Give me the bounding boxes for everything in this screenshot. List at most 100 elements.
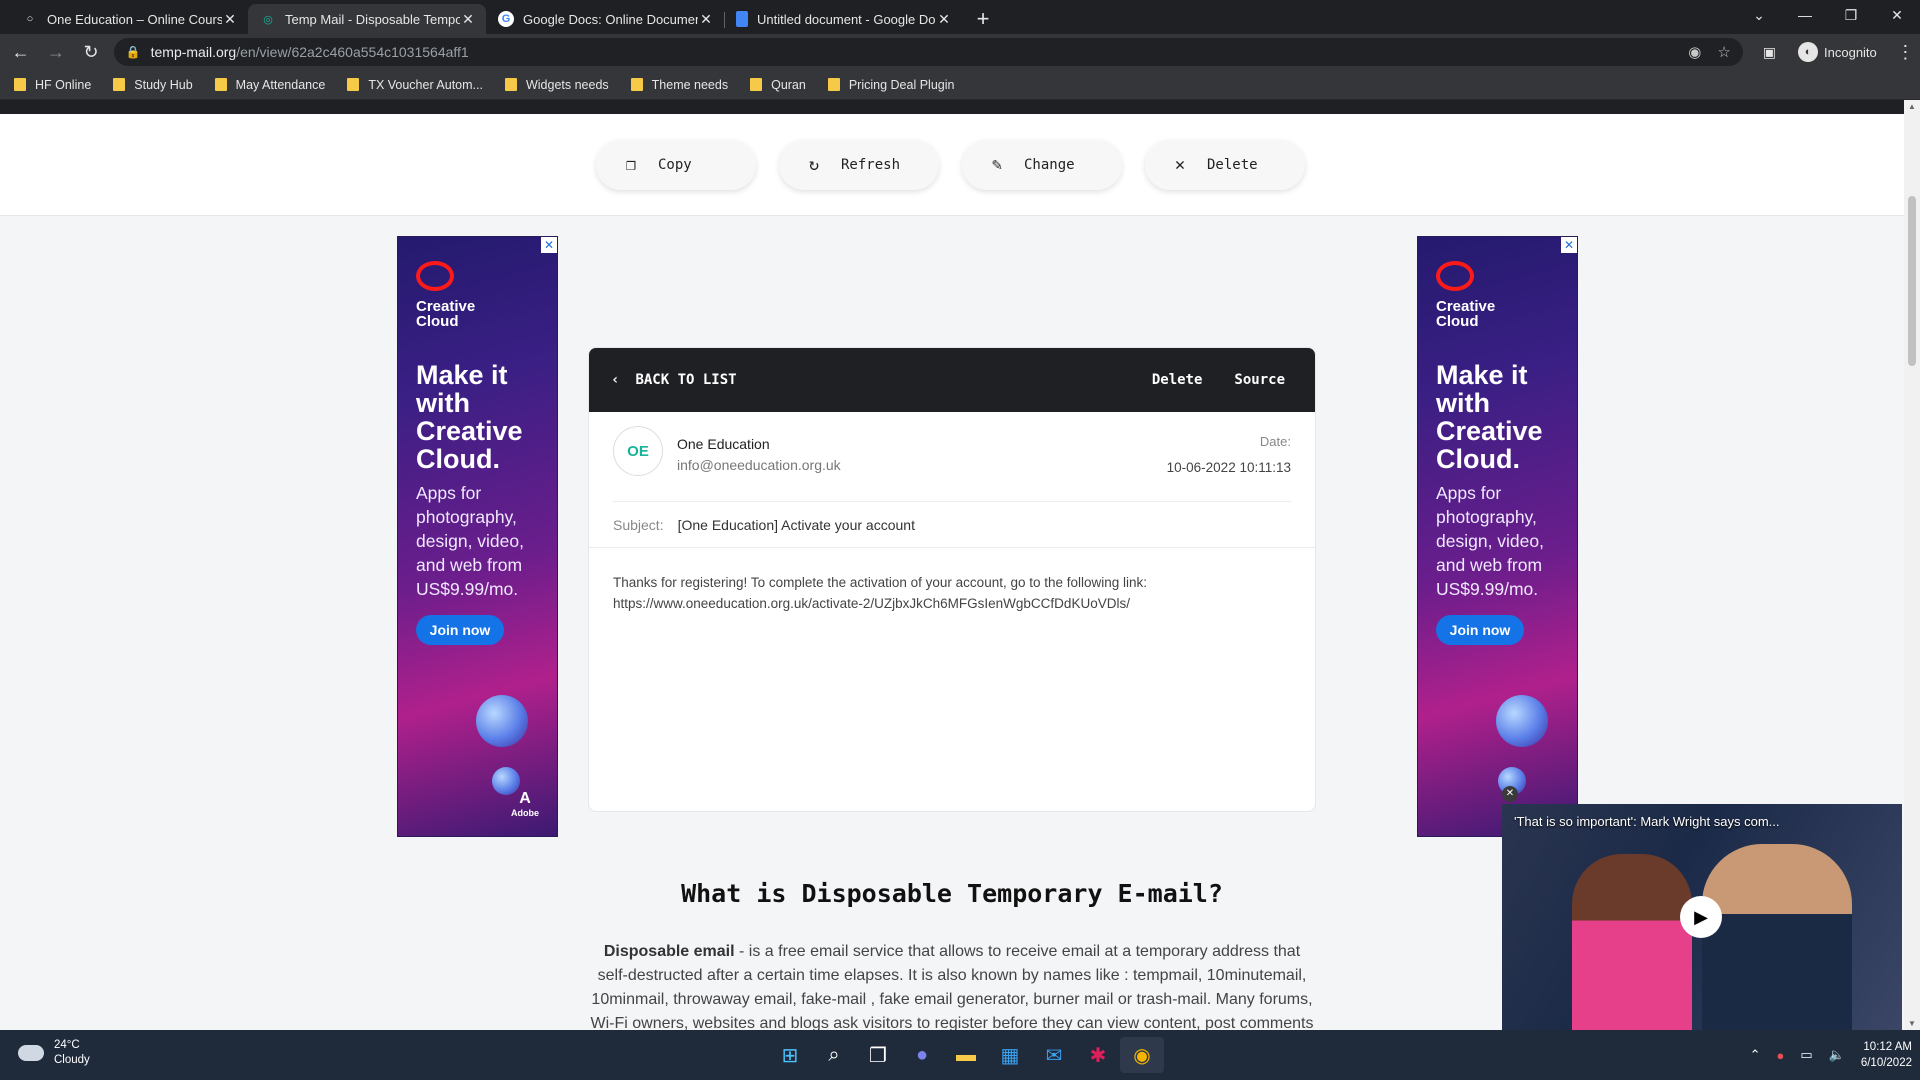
menu-kebab-icon[interactable]: ⋮ xyxy=(1891,42,1920,63)
lock-icon[interactable]: 🔒 xyxy=(126,45,141,59)
ad-close-icon[interactable]: ✕ xyxy=(1561,237,1577,253)
chrome-icon[interactable]: ◉ xyxy=(1120,1037,1164,1073)
search-icon[interactable]: ⌕ xyxy=(812,1037,856,1073)
activation-link[interactable]: https://www.oneeducation.org.uk/activate… xyxy=(613,593,1291,614)
video-person-graphic xyxy=(1572,854,1692,1030)
tracking-blocked-icon[interactable]: ◉ xyxy=(1688,43,1701,61)
close-icon: ✕ xyxy=(1174,155,1186,175)
ad-brand: Creative Cloud xyxy=(1436,298,1496,330)
tab-one-education[interactable]: ○ One Education – Online Courses ✕ xyxy=(10,4,249,34)
creative-cloud-logo-icon xyxy=(1436,261,1474,291)
left-advertisement[interactable]: ✕ Creative Cloud Make it with Creative Cl… xyxy=(397,236,558,837)
copy-icon: ❐ xyxy=(625,155,637,175)
scroll-down-icon[interactable]: ▼ xyxy=(1904,1019,1920,1028)
store-icon[interactable]: ▦ xyxy=(988,1037,1032,1073)
tab-google-docs[interactable]: G Google Docs: Online Document E ✕ xyxy=(486,4,725,34)
sender-avatar: OE xyxy=(613,426,663,476)
ad-join-button[interactable]: Join now xyxy=(1436,615,1524,645)
sender-row: OE One Education info@oneeducation.org.u… xyxy=(613,412,1291,502)
bookmark-folder[interactable]: Theme needs xyxy=(630,78,728,92)
taskbar-apps: ⊞ ⌕ ❐ ● ▬ ▦ ✉ ✱ ◉ xyxy=(768,1037,1164,1073)
scrollbar-thumb[interactable] xyxy=(1908,196,1916,366)
network-alert-icon[interactable]: ● xyxy=(1776,1048,1784,1063)
clock-date: 6/10/2022 xyxy=(1860,1057,1912,1069)
bookmark-folder[interactable]: May Attendance xyxy=(214,78,325,92)
volume-icon[interactable]: 🔈 xyxy=(1829,1047,1845,1063)
chevron-left-icon: ‹ xyxy=(611,372,620,388)
play-icon[interactable]: ▶ xyxy=(1680,896,1722,938)
folder-icon xyxy=(630,78,643,91)
slack-icon[interactable]: ✱ xyxy=(1076,1037,1120,1073)
bookmarks-bar: HF Online Study Hub May Attendance TX Vo… xyxy=(0,70,1920,100)
weather-widget[interactable]: 24°C Cloudy xyxy=(18,1038,90,1068)
folder-icon xyxy=(14,78,26,91)
incognito-profile[interactable]: ◐ Incognito xyxy=(1798,42,1877,62)
scroll-up-icon[interactable]: ▲ xyxy=(1904,102,1920,111)
close-tab-icon[interactable]: ✕ xyxy=(936,11,952,28)
date-label: Date: xyxy=(1259,434,1291,449)
windows-taskbar: 24°C Cloudy ⊞ ⌕ ❐ ● ▬ ▦ ✉ ✱ ◉ ⌃ ● ▭ 🔈 10… xyxy=(0,1030,1920,1080)
bookmark-folder[interactable]: TX Voucher Autom... xyxy=(347,78,483,92)
ad-headline: Make it with Creative Cloud. xyxy=(1436,360,1543,474)
tab-untitled-document[interactable]: Untitled document - Google Doc ✕ xyxy=(724,4,962,34)
back-arrow-icon[interactable]: ← xyxy=(6,42,35,63)
bookmark-folder[interactable]: Widgets needs xyxy=(504,77,609,92)
close-tab-icon[interactable]: ✕ xyxy=(222,11,238,28)
minimize-icon[interactable]: — xyxy=(1782,0,1828,30)
reload-icon[interactable]: ↻ xyxy=(76,42,105,63)
google-favicon-icon: G xyxy=(498,11,514,27)
tab-title: Untitled document - Google Doc xyxy=(757,11,936,27)
tray-chevron-up-icon[interactable]: ⌃ xyxy=(1750,1047,1761,1063)
profile-label: Incognito xyxy=(1824,44,1877,60)
refresh-button[interactable]: ↻ Refresh xyxy=(779,140,939,190)
video-close-icon[interactable]: ✕ xyxy=(1502,786,1518,802)
tab-temp-mail[interactable]: ◎ Temp Mail - Disposable Tempora ✕ xyxy=(248,4,486,34)
tab-search-icon[interactable]: ⌄ xyxy=(1736,0,1782,30)
back-to-list-button[interactable]: ‹ BACK TO LIST xyxy=(611,372,737,388)
bookmark-folder[interactable]: Pricing Deal Plugin xyxy=(827,77,955,92)
mail-icon[interactable]: ✉ xyxy=(1032,1037,1076,1073)
windows-start-icon[interactable]: ⊞ xyxy=(768,1037,812,1073)
email-delete-link[interactable]: Delete xyxy=(1152,372,1203,388)
forward-arrow-icon[interactable]: → xyxy=(41,42,70,63)
ad-close-icon[interactable]: ✕ xyxy=(541,237,557,253)
bookmark-folder[interactable]: HF Online xyxy=(14,78,91,92)
adobe-logo: A Adobe xyxy=(511,790,539,818)
floating-video-player[interactable]: 'That is so important': Mark Wright says… xyxy=(1502,804,1902,1030)
chat-icon[interactable]: ● xyxy=(900,1037,944,1073)
change-button[interactable]: ✎ Change xyxy=(962,140,1122,190)
close-tab-icon[interactable]: ✕ xyxy=(698,11,714,28)
clock[interactable]: 10:12 AM 6/10/2022 xyxy=(1861,1039,1912,1071)
bookmark-label: Pricing Deal Plugin xyxy=(848,77,955,92)
copy-button[interactable]: ❐ Copy xyxy=(596,140,756,190)
folder-icon xyxy=(750,78,763,91)
address-bar[interactable]: 🔒 temp-mail.org /en/view/62a2c460a554c10… xyxy=(113,38,1743,66)
close-window-icon[interactable]: ✕ xyxy=(1874,0,1920,30)
bookmark-label: Widgets needs xyxy=(525,77,609,92)
page-header-strip xyxy=(0,100,1904,114)
restore-icon[interactable]: ❐ xyxy=(1828,0,1874,30)
bookmark-folder[interactable]: Study Hub xyxy=(113,78,193,92)
pen-icon: ✎ xyxy=(991,155,1003,175)
bookmark-folder[interactable]: Quran xyxy=(750,78,806,92)
ad-join-button[interactable]: Join now xyxy=(416,615,504,645)
bookmark-label: HF Online xyxy=(35,77,92,92)
file-explorer-icon[interactable]: ▬ xyxy=(944,1037,988,1073)
bookmark-star-icon[interactable]: ☆ xyxy=(1717,43,1730,61)
right-advertisement[interactable]: ✕ Creative Cloud Make it with Creative Cl… xyxy=(1417,236,1578,837)
video-person-graphic xyxy=(1702,844,1852,1030)
docs-favicon-icon xyxy=(736,11,748,27)
planet-graphic xyxy=(476,695,528,747)
page-scrollbar[interactable]: ▲ ▼ xyxy=(1904,100,1920,1030)
tab-title: Temp Mail - Disposable Tempora xyxy=(285,11,460,27)
delete-button[interactable]: ✕ Delete xyxy=(1145,140,1305,190)
mailbox-action-bar: ❐ Copy ↻ Refresh ✎ Change ✕ Delete xyxy=(0,114,1904,216)
monitor-icon[interactable]: ▭ xyxy=(1800,1047,1812,1063)
ad-brand: Creative Cloud xyxy=(416,298,476,330)
email-source-link[interactable]: Source xyxy=(1234,372,1285,388)
new-tab-icon[interactable]: + xyxy=(968,4,998,34)
task-view-icon[interactable]: ❐ xyxy=(856,1037,900,1073)
side-panel-icon[interactable]: ▣ xyxy=(1755,44,1784,61)
folder-icon xyxy=(504,78,517,91)
close-tab-icon[interactable]: ✕ xyxy=(460,11,476,28)
